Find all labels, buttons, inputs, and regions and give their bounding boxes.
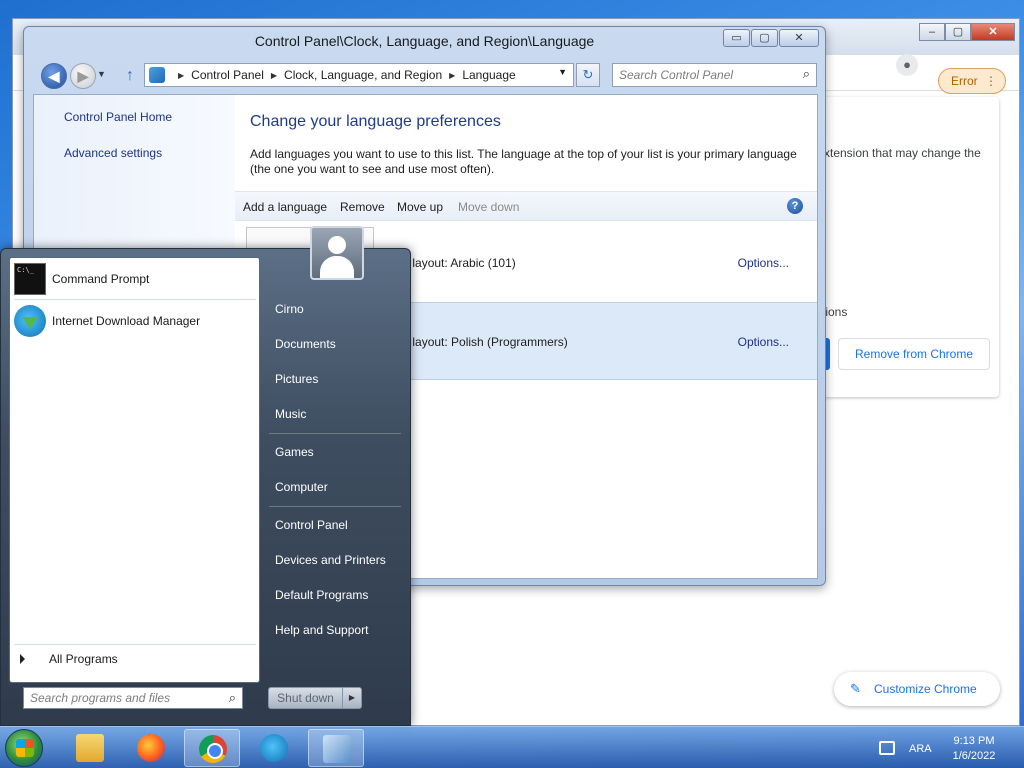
search-programs-input[interactable]: Search programs and files ⌕ [23,687,243,709]
control-panel-icon [149,67,165,83]
start-button[interactable] [5,729,43,767]
divider [14,644,256,645]
language-toolbar: Add a language Remove Move up Move down … [235,191,817,221]
address-dropdown-icon[interactable]: ▼ [558,67,567,77]
place-user[interactable]: Cirno [275,302,304,316]
customize-chrome-button[interactable]: ✎ Customize Chrome [834,672,1000,706]
firefox-icon [137,734,165,762]
menu-dots-icon: ⋮ [985,74,997,88]
avatar-body [320,256,354,278]
place-help-and-support[interactable]: Help and Support [275,623,368,637]
place-devices-and-printers[interactable]: Devices and Printers [275,553,386,567]
keyboard-layout-text: oard layout: Polish (Programmers) [385,335,568,349]
all-programs-button[interactable]: All Programs [20,652,118,666]
minimize-button[interactable]: ▭ [723,29,750,47]
move-down-button[interactable]: Move down [458,200,519,214]
place-pictures[interactable]: Pictures [275,372,318,386]
input-language-indicator[interactable]: ARA [909,743,932,755]
system-clock[interactable]: 9:13 PM 1/6/2022 [942,734,1006,764]
remove-from-chrome-button[interactable]: Remove from Chrome [838,338,990,370]
recent-pages-dropdown[interactable]: ▼ [97,69,106,79]
search-icon[interactable]: ⌕ [803,66,810,82]
chrome-minimize-button[interactable]: – [919,23,945,41]
place-documents[interactable]: Documents [275,337,336,351]
taskbar-firefox[interactable] [123,729,179,767]
clock-time: 9:13 PM [953,735,995,747]
remove-button[interactable]: Remove [340,200,385,214]
chrome-window-controls: – ▢ ✕ [919,23,1015,41]
all-programs-label: All Programs [49,652,118,666]
folder-icon [76,734,104,762]
chevron-right-icon[interactable]: ▶ [178,71,184,80]
maximize-button[interactable]: ▢ [751,29,778,47]
chevron-right-icon[interactable]: ▶ [449,71,455,80]
sidebar-item-advanced-settings[interactable]: Advanced settings [64,146,162,160]
program-label: Command Prompt [52,272,150,286]
search-control-panel-input[interactable]: Search Control Panel ⌕ [612,63,817,87]
taskbar-internet-download-manager[interactable] [246,729,302,767]
search-placeholder: Search Control Panel [619,68,734,82]
chrome-maximize-button[interactable]: ▢ [945,23,971,41]
window-title: Control Panel\Clock, Language, and Regio… [254,33,595,49]
search-icon[interactable]: ⌕ [229,690,236,706]
breadcrumb-clock-language-region[interactable]: Clock, Language, and Region [284,68,442,82]
idm-icon [14,305,46,337]
window-controls: ▭ ▢ ✕ [723,29,819,47]
options-link[interactable]: Options... [738,335,789,349]
program-internet-download-manager[interactable]: Internet Download Manager [14,304,256,338]
program-label: Internet Download Manager [52,314,201,328]
page-title: Change your language preferences [250,113,501,130]
arrow-right-icon [20,654,25,664]
taskbar-windows-explorer[interactable] [62,729,118,767]
place-music[interactable]: Music [275,407,306,421]
place-computer[interactable]: Computer [275,480,328,494]
chrome-icon [199,735,227,763]
customize-chrome-label: Customize Chrome [874,682,977,696]
clock-date: 1/6/2022 [952,750,996,762]
chevron-right-icon[interactable]: ▶ [271,71,277,80]
back-button[interactable]: ◀ [41,63,67,89]
idm-icon [260,734,288,762]
help-icon[interactable]: ? [787,198,803,214]
forward-button[interactable]: ▶ [70,63,96,89]
place-games[interactable]: Games [275,445,314,459]
divider [14,299,256,300]
breadcrumb-language[interactable]: Language [462,68,515,82]
pencil-icon: ✎ [850,681,861,696]
control-panel-icon [323,735,351,763]
program-command-prompt[interactable]: C:\_ Command Prompt [14,262,256,296]
divider [269,506,401,507]
place-default-programs[interactable]: Default Programs [275,588,368,602]
taskbar-control-panel[interactable] [308,729,364,767]
error-label: Error [951,74,978,88]
chrome-close-button[interactable]: ✕ [971,23,1015,41]
network-icon[interactable] [879,741,895,755]
refresh-button[interactable]: ↻ [576,63,600,87]
chrome-error-button[interactable]: Error ⋮ [938,68,1006,94]
page-description: Add languages you want to use to this li… [250,147,797,176]
divider [269,433,401,434]
shutdown-button[interactable]: Shut down [269,688,343,708]
add-language-button[interactable]: Add a language [243,200,327,214]
extension-warning-text: xtension that may change the [824,146,981,160]
close-button[interactable]: ✕ [779,29,819,47]
shutdown-control: Shut down ▶ [268,687,362,709]
profile-icon[interactable]: ● [896,54,918,76]
taskbar-chrome[interactable] [184,729,240,767]
user-avatar[interactable] [310,226,364,280]
place-control-panel[interactable]: Control Panel [275,518,348,532]
options-link[interactable]: Options... [738,256,789,270]
breadcrumb-control-panel[interactable]: Control Panel [191,68,264,82]
shutdown-options-arrow-icon[interactable]: ▶ [343,688,361,708]
move-up-button[interactable]: Move up [397,200,443,214]
command-prompt-icon: C:\_ [14,263,46,295]
sidebar-item-control-panel-home[interactable]: Control Panel Home [64,110,172,124]
address-bar[interactable]: ▶ Control Panel ▶ Clock, Language, and R… [144,63,574,87]
start-menu-programs: C:\_ Command Prompt Internet Download Ma… [9,257,260,683]
taskbar: ARA 9:13 PM 1/6/2022 [0,726,1024,768]
up-arrow-icon[interactable]: ↑ [121,67,139,85]
search-placeholder: Search programs and files [30,691,171,705]
avatar-head [328,236,346,254]
start-menu: C:\_ Command Prompt Internet Download Ma… [0,226,411,726]
